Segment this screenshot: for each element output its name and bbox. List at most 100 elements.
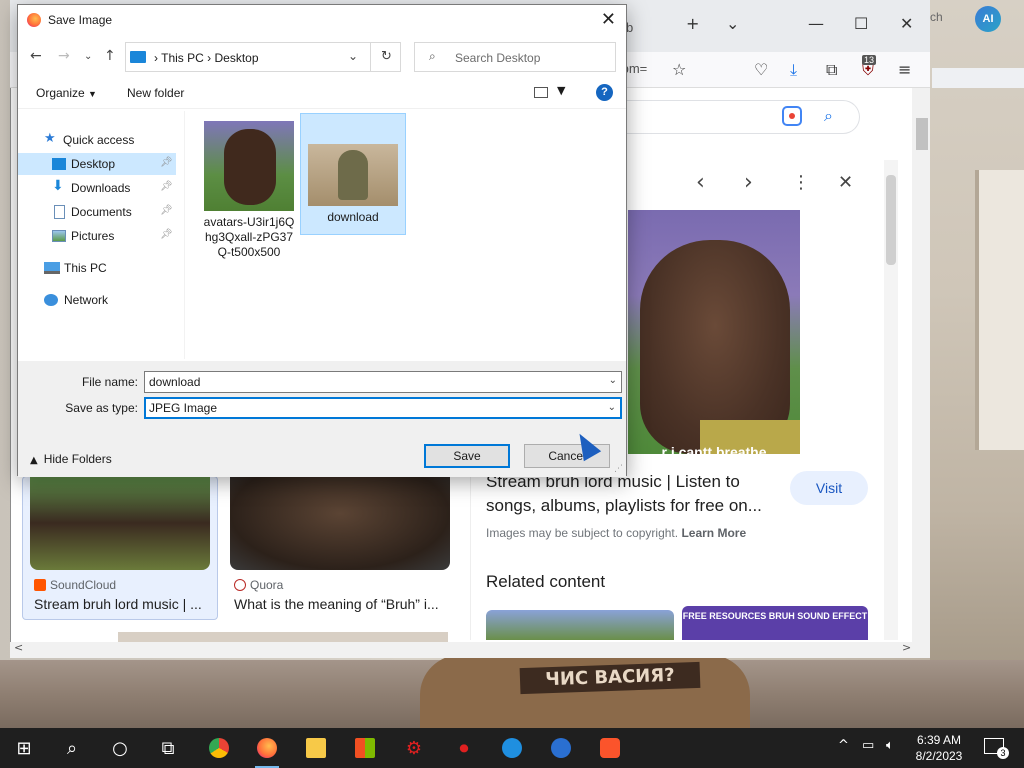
breadcrumb-desktop[interactable]: Desktop (214, 51, 258, 65)
save-as-type-select[interactable]: JPEG Image ⌄ (144, 397, 622, 419)
computer-icon (44, 262, 60, 274)
new-folder-button[interactable]: New folder (127, 86, 184, 100)
visit-button[interactable]: Visit (790, 471, 868, 505)
breadcrumb-this-pc[interactable]: This PC (161, 51, 204, 65)
refresh-icon[interactable]: ↻ (370, 43, 402, 71)
nav-item-quick-access[interactable]: ★ Quick access (18, 129, 176, 151)
search-icon[interactable]: ⌕ (824, 106, 833, 126)
notification-count: 3 (997, 747, 1009, 759)
resize-grip-icon[interactable]: ⋰ (614, 464, 623, 474)
nav-item-documents[interactable]: Documents 📌︎ (18, 201, 176, 223)
more-options-icon[interactable]: ⋮ (792, 172, 810, 193)
help-icon[interactable]: ? (596, 84, 613, 101)
close-panel-icon[interactable]: ✕ (838, 172, 853, 193)
file-item-selected[interactable]: download (300, 113, 406, 235)
scroll-left-icon[interactable]: < (14, 641, 23, 654)
document-icon (54, 205, 65, 219)
tab-list-chevron-icon[interactable]: ⌄ (726, 14, 739, 33)
screen-recorder-icon[interactable]: ⏺ (446, 734, 482, 764)
nav-item-this-pc[interactable]: This PC (18, 257, 176, 279)
next-image-icon[interactable]: › (744, 170, 753, 195)
nav-item-downloads[interactable]: ⬇ Downloads 📌︎ (18, 177, 176, 199)
close-icon[interactable]: ✕ (601, 9, 616, 30)
nav-item-network[interactable]: Network (18, 289, 176, 311)
tab-fragment-right: ch (930, 10, 943, 24)
desktop-icon (52, 158, 66, 170)
scroll-right-icon[interactable]: > (902, 641, 911, 654)
pocket-icon[interactable]: ♡ (754, 60, 768, 79)
nav-item-desktop[interactable]: Desktop 📌︎ (18, 153, 176, 175)
windows-taskbar: ⊞ ⌕ ○ ⧉ ⚙ ⏺ ^ ▭ 🔈︎ 6:39 AM 8/2/2023 3 (0, 728, 1024, 768)
pane-divider[interactable] (184, 111, 185, 359)
network-icon (44, 294, 58, 306)
app-icon[interactable]: ⚙ (396, 734, 432, 764)
downloads-icon[interactable]: ⤓ (790, 60, 797, 80)
microsoft-store-icon[interactable] (347, 734, 383, 764)
related-thumbnail[interactable] (486, 610, 674, 640)
result-title[interactable]: Stream bruh lord music | ... (34, 596, 210, 612)
organize-button[interactable]: Organize ▼ (36, 86, 97, 100)
breadcrumb: › This PC › Desktop (154, 51, 259, 65)
save-button[interactable]: Save (424, 444, 510, 468)
task-view-icon[interactable]: ⧉ (150, 734, 186, 764)
system-clock[interactable]: 6:39 AM 8/2/2023 (912, 732, 966, 764)
bookmark-star-icon[interactable]: ☆ (672, 60, 686, 79)
menu-icon[interactable]: ≡ (898, 60, 911, 79)
back-arrow-icon[interactable]: ← (30, 48, 42, 64)
navigation-pane: ★ Quick access Desktop 📌︎ ⬇ Downloads 📌︎… (18, 111, 183, 359)
new-tab-icon[interactable]: + (686, 14, 699, 33)
learn-more-link[interactable]: Learn More (681, 526, 746, 540)
window-close-icon[interactable]: ✕ (900, 14, 913, 33)
google-lens-icon[interactable] (782, 106, 802, 126)
search-desktop-input[interactable]: ⌕ Search Desktop (414, 42, 616, 72)
globe-app-icon[interactable] (543, 734, 579, 764)
file-item[interactable]: avatars-U3ir1j6Q hg3Qxall-zPG37 Q-t500x5… (196, 117, 302, 260)
result-title[interactable]: What is the meaning of “Bruh” i... (234, 596, 448, 612)
result-thumbnail[interactable] (30, 476, 210, 570)
browser-scrollbar[interactable] (912, 88, 930, 658)
forward-arrow-icon[interactable]: → (58, 48, 70, 64)
volume-icon[interactable]: 🔈︎ (886, 738, 894, 753)
this-pc-icon (130, 51, 146, 63)
wallpaper-photo-window (975, 170, 1024, 450)
ai-button[interactable]: AI (975, 6, 1001, 32)
browser-scrollbar-thumb[interactable] (916, 118, 928, 150)
chevron-down-icon[interactable]: ⌄ (608, 402, 616, 413)
address-bar[interactable]: › This PC › Desktop ⌄ ↻ (125, 42, 401, 72)
save-image-dialog: Save Image ✕ ← → ⌄ ↑ › This PC › Desktop… (17, 4, 627, 477)
related-content-heading: Related content (486, 572, 606, 591)
command-bar: Organize ▼ New folder ▼ ? (18, 77, 626, 109)
notifications-icon[interactable]: 3 (984, 738, 1009, 759)
pictures-icon (52, 230, 66, 242)
firefox-icon[interactable] (249, 734, 285, 768)
panel-scrollbar-thumb[interactable] (886, 175, 896, 265)
up-arrow-icon[interactable]: ↑ (104, 48, 116, 64)
file-explorer-icon[interactable] (298, 734, 334, 764)
chevron-down-icon[interactable]: ⌄ (609, 375, 617, 386)
nav-item-pictures[interactable]: Pictures 📌︎ (18, 225, 176, 247)
dialog-footer: File name: download ⌄ Save as type: JPEG… (18, 361, 626, 477)
result-thumbnail[interactable] (230, 476, 450, 570)
file-name-field[interactable]: download ⌄ (144, 371, 622, 393)
recent-locations-chevron-icon[interactable]: ⌄ (84, 51, 92, 62)
extensions-icon[interactable]: ⧉ (826, 60, 837, 80)
preview-title[interactable]: Stream bruh lord music | Listen to songs… (486, 470, 786, 518)
address-dropdown-icon[interactable]: ⌄ (348, 49, 358, 63)
ccleaner-icon[interactable] (494, 734, 530, 764)
search-icon[interactable]: ⌕ (54, 734, 90, 764)
horizontal-scrollbar[interactable] (10, 642, 912, 658)
dialog-navigation: ← → ⌄ ↑ › This PC › Desktop ⌄ ↻ ⌕ Search… (18, 39, 626, 75)
related-thumbnail[interactable]: FREE RESOURCES BRUH SOUND EFFECT (682, 606, 868, 640)
start-windows-icon[interactable]: ⊞ (6, 734, 42, 764)
previous-image-icon[interactable]: ‹ (696, 170, 705, 195)
show-hidden-icons-icon[interactable]: ^ (838, 738, 849, 753)
chrome-icon[interactable] (201, 734, 237, 764)
cortana-icon[interactable]: ○ (102, 734, 138, 764)
network-icon[interactable]: ▭ (862, 738, 874, 753)
maximize-icon[interactable]: ☐ (854, 14, 868, 33)
brave-icon[interactable] (592, 734, 628, 764)
hide-folders-button[interactable]: ▲ Hide Folders (30, 452, 112, 466)
change-view-icon[interactable] (534, 87, 548, 98)
view-dropdown-icon[interactable]: ▼ (557, 84, 565, 97)
minimize-icon[interactable]: — (808, 14, 824, 33)
